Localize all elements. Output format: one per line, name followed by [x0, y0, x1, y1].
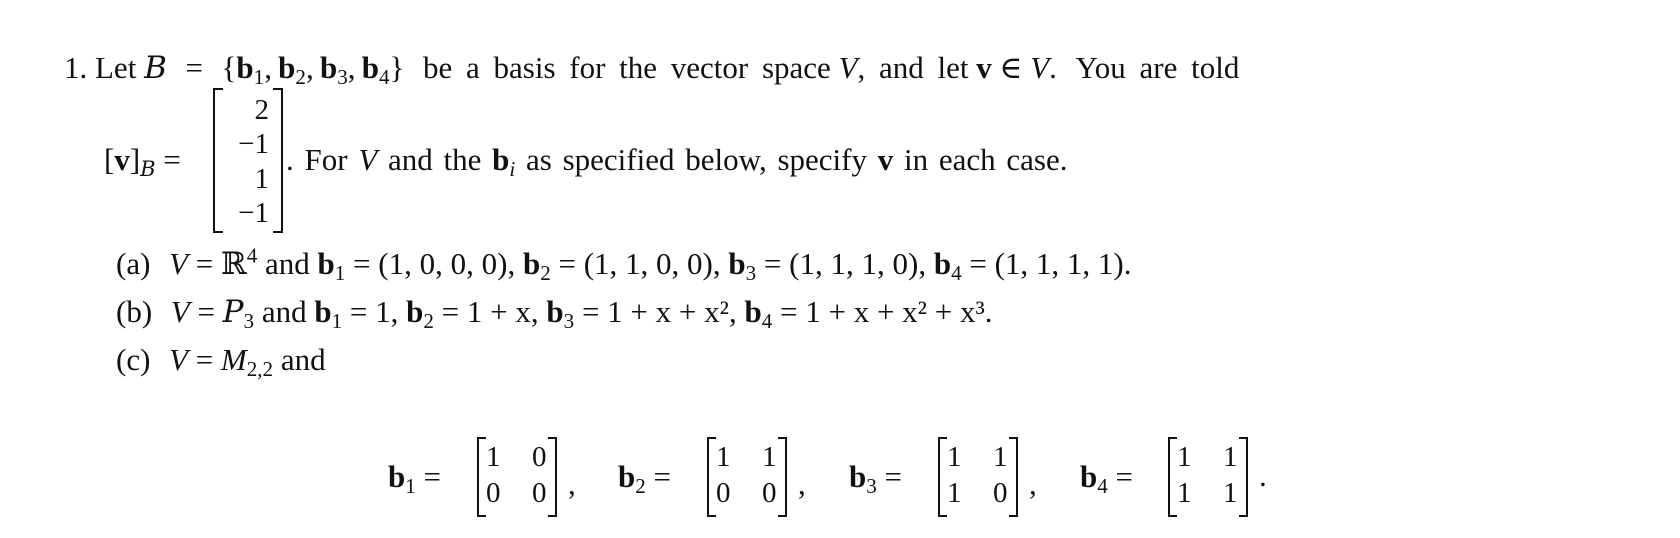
terminal-period: . — [1259, 458, 1267, 493]
problem-number: 1. — [64, 50, 88, 85]
matrix-entry: 1 — [993, 441, 1008, 473]
matrix-entry: 0 — [762, 477, 777, 509]
basis-value: 1 — [375, 294, 391, 329]
coordinate-vector-lhs: [v]B = — [104, 142, 181, 181]
statement-text-3: You are told — [1075, 50, 1240, 85]
basis-set: {b1, b2, b3, b4} — [221, 50, 405, 89]
matrix-entry: 0 — [486, 477, 501, 509]
matrix-entry: 1 — [716, 441, 731, 473]
matrix-entry: 1 — [947, 441, 962, 473]
separator: , — [798, 466, 806, 501]
vector-entry: 2 — [254, 94, 270, 126]
matrix-entry: 1 — [947, 477, 962, 509]
matrix-b2: 1 1 0 0 — [707, 437, 787, 517]
matrix-space-symbol: M — [220, 342, 247, 377]
problem-statement-line-1: 1. Let B = {b1, b2, b3, b4} be a basis f… — [64, 50, 1240, 89]
statement-text: be a basis for the vector space — [422, 50, 831, 85]
matrix-b4-label: b4 = — [1080, 459, 1134, 498]
matrix-b1: 1 0 0 0 — [477, 437, 557, 517]
polynomial-space-symbol: P — [222, 294, 244, 330]
matrix-entry: 0 — [532, 441, 547, 473]
basis-value: (1, 1, 1, 0) — [789, 246, 919, 281]
basis-value: 1 + x — [466, 294, 531, 329]
vector-entry: 1 — [254, 163, 270, 195]
equals-sign: = — [185, 50, 203, 85]
matrix-entry: 0 — [716, 477, 731, 509]
part-b: (b) V = P3 and b1 = 1, b2 = 1 + x, b3 = … — [116, 294, 993, 333]
separator: , — [568, 466, 576, 501]
matrix-entry: 1 — [1177, 477, 1192, 509]
matrix-entry: 1 — [1177, 441, 1192, 473]
vector-space-symbol: V — [838, 50, 858, 85]
part-label: (a) — [116, 246, 151, 281]
matrix-b3-label: b3 = — [849, 459, 903, 498]
matrix-entry: 1 — [1223, 477, 1238, 509]
let-text: Let — [95, 50, 137, 85]
part-label: (c) — [116, 342, 151, 377]
matrix-entry: 1 — [762, 441, 777, 473]
matrix-b4: 1 1 1 1 — [1168, 437, 1248, 517]
real-space-symbol: ℝ — [220, 246, 247, 281]
matrix-entry: 0 — [532, 477, 547, 509]
vector-entry: −1 — [238, 197, 269, 229]
matrix-entry: 0 — [993, 477, 1008, 509]
vector-entry: −1 — [238, 128, 269, 160]
matrix-b3: 1 1 1 0 — [938, 437, 1018, 517]
matrix-entry: 1 — [486, 441, 501, 473]
basis-value: (1, 1, 1, 1) — [994, 246, 1124, 281]
separator: , — [1029, 466, 1037, 501]
vector-space-symbol-2: V — [1030, 50, 1050, 85]
problem-statement-line-2: . For V and the bi as specified below, s… — [286, 142, 1068, 181]
matrix-b2-label: b2 = — [618, 459, 672, 498]
part-label: (b) — [116, 294, 153, 329]
statement-text-2: , and let — [857, 50, 969, 85]
basis-value: 1 + x + x² — [607, 294, 729, 329]
element-of-sign: ∈ — [999, 50, 1023, 85]
coordinate-column-vector: 2 −1 1 −1 — [213, 88, 283, 233]
matrix-b1-label: b1 = — [388, 459, 442, 498]
basis-symbol: B — [144, 50, 167, 86]
basis-value: (1, 1, 0, 0) — [583, 246, 713, 281]
part-a: (a) V = ℝ4 and b1 = (1, 0, 0, 0), b2 = (… — [116, 243, 1132, 285]
basis-value: 1 + x + x² + x³ — [805, 294, 985, 329]
part-c: (c) V = M2,2 and — [116, 342, 326, 381]
matrix-entry: 1 — [1223, 441, 1238, 473]
vector-v: v — [976, 50, 992, 85]
basis-value: (1, 0, 0, 0) — [378, 246, 508, 281]
